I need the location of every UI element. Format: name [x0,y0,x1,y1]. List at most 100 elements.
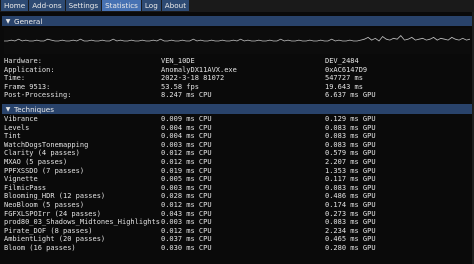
technique-row: FGFXLSPOIrr (24 passes) 0.043 ms CPU 0.273… [4,210,470,219]
technique-gpu-time: 2.234 ms GPU [325,226,376,235]
technique-cpu-time: 0.012 ms CPU [161,200,212,209]
tab-bar: Home Add-ons Settings Statistics Log About [0,0,474,12]
info-value-secondary: 547727 ms [325,74,363,83]
technique-name: MXAO (5 passes) [4,157,68,166]
technique-cpu-time: 0.037 ms CPU [161,235,212,244]
info-value-secondary: DEV_2484 [325,57,359,65]
technique-gpu-time: 0.465 ms GPU [325,235,376,244]
technique-row: Pirate_DOF (8 passes) 0.012 ms CPU 2.234 m… [4,227,470,236]
tab-home[interactable]: Home [1,0,29,11]
technique-cpu-time: 0.004 ms CPU [161,132,212,141]
technique-name: AmbientLight (20 passes) [4,235,106,244]
technique-row: Vibrance 0.009 ms CPU 0.129 ms GPU [4,115,470,124]
technique-row: Clarity (4 passes) 0.012 ms CPU 0.579 ms G… [4,149,470,158]
info-label: Post-Processing: [4,91,72,100]
technique-row: FilmicPass 0.003 ms CPU 0.083 ms GPU [4,184,470,193]
collapse-arrow-icon: ▼ [5,105,11,113]
technique-row: NeoBloom (5 passes) 0.012 ms CPU 0.174 ms … [4,201,470,210]
technique-name: NeoBloom (5 passes) [4,200,85,209]
technique-gpu-time: 0.486 ms GPU [325,192,376,201]
technique-gpu-time: 0.280 ms GPU [325,243,376,252]
technique-gpu-time: 0.273 ms GPU [325,209,376,218]
technique-gpu-time: 0.117 ms GPU [325,175,376,184]
info-row: Post-Processing: 8.247 ms CPU 6.637 ms GPU [4,91,470,100]
tab-settings[interactable]: Settings [65,0,102,11]
technique-cpu-time: 0.043 ms CPU [161,209,212,218]
technique-gpu-time: 0.579 ms GPU [325,149,376,158]
technique-name: FilmicPass [4,183,47,192]
frame-time-graph [4,28,470,54]
info-row: Time: 2022-3-18 81072 547727 ms [4,74,470,83]
technique-row: prod80_03_Shadows_Midtones_Highlights 0.0… [4,218,470,227]
technique-name: Blooming_HDR (12 passes) [4,192,106,201]
technique-gpu-time: 0.083 ms GPU [325,183,376,192]
info-value-secondary: 6.637 ms GPU [325,91,376,100]
technique-gpu-time: 0.083 ms GPU [325,140,376,149]
technique-name: Tint [4,132,21,141]
info-label: Application: [4,65,55,74]
technique-cpu-time: 0.012 ms CPU [161,226,212,235]
technique-cpu-time: 0.003 ms CPU [161,183,212,192]
technique-cpu-time: 0.012 ms CPU [161,157,212,166]
technique-gpu-time: 0.129 ms GPU [325,115,376,123]
technique-name: Vibrance [4,115,38,123]
info-label: Time: [4,74,26,83]
technique-cpu-time: 0.028 ms CPU [161,192,212,201]
info-label: Frame 9513: [4,82,51,91]
technique-gpu-time: 0.083 ms GPU [325,123,376,132]
info-value-primary: 53.58 fps [161,82,199,91]
technique-row: WatchDogsTonemapping 0.003 ms CPU 0.083 ms… [4,141,470,150]
technique-cpu-time: 0.009 ms CPU [161,115,212,123]
technique-name: WatchDogsTonemapping [4,140,89,149]
technique-name: Levels [4,123,30,132]
tab-about[interactable]: About [161,0,190,11]
technique-name: Pirate_DOF (8 passes) [4,226,93,235]
technique-name: Bloom (16 passes) [4,243,76,252]
info-label: Hardware: [4,57,42,65]
technique-cpu-time: 0.004 ms CPU [161,123,212,132]
technique-gpu-time: 0.083 ms GPU [325,132,376,141]
technique-cpu-time: 0.012 ms CPU [161,149,212,158]
info-value-primary: VEN_10DE [161,57,195,65]
technique-cpu-time: 0.003 ms CPU [161,140,212,149]
info-row: Application: AnomalyDX11AVX.exe 0xAC6147D9 [4,66,470,75]
techniques-section-header[interactable]: ▼ Techniques [2,104,472,114]
technique-row: AmbientLight (20 passes) 0.037 ms CPU 0.46… [4,235,470,244]
tab-log[interactable]: Log [141,0,161,11]
technique-row: Bloom (16 passes) 0.030 ms CPU 0.280 ms GP… [4,244,470,253]
info-row: Frame 9513: 53.58 fps 19.643 ms [4,83,470,92]
info-row: Hardware: VEN_10DE DEV_2484 [4,57,470,66]
info-value-secondary: 0xAC6147D9 [325,65,368,74]
tab-add-ons[interactable]: Add-ons [29,0,65,11]
collapse-arrow-icon: ▼ [5,17,11,25]
technique-name: Clarity (4 passes) [4,149,80,158]
info-value-secondary: 19.643 ms [325,82,363,91]
technique-name: PPFXSSDO (7 passes) [4,166,85,175]
info-value-primary: 2022-3-18 81072 [161,74,225,83]
technique-name: prod80_03_Shadows_Midtones_Highlights [4,218,160,227]
technique-cpu-time: 0.003 ms CPU [161,218,212,227]
technique-gpu-time: 1.353 ms GPU [325,166,376,175]
technique-row: Vignette 0.005 ms CPU 0.117 ms GPU [4,175,470,184]
technique-row: PPFXSSDO (7 passes) 0.019 ms CPU 1.353 ms … [4,167,470,176]
info-value-primary: AnomalyDX11AVX.exe [161,65,237,74]
technique-row: Blooming_HDR (12 passes) 0.028 ms CPU 0.48… [4,192,470,201]
tab-statistics[interactable]: Statistics [102,0,141,11]
technique-gpu-time: 2.207 ms GPU [325,157,376,166]
general-section-title: General [14,16,43,26]
technique-gpu-time: 0.174 ms GPU [325,200,376,209]
technique-row: Levels 0.004 ms CPU 0.083 ms GPU [4,124,470,133]
techniques-section-title: Techniques [14,104,54,114]
technique-cpu-time: 0.019 ms CPU [161,166,212,175]
technique-name: FGFXLSPOIrr (24 passes) [4,209,101,218]
technique-gpu-time: 0.083 ms GPU [325,218,376,227]
general-section-header[interactable]: ▼ General [2,16,472,26]
technique-cpu-time: 0.005 ms CPU [161,175,212,184]
technique-name: Vignette [4,175,38,184]
technique-cpu-time: 0.030 ms CPU [161,243,212,252]
techniques-list: Vibrance 0.009 ms CPU 0.129 ms GPU Levels 0.… [4,115,470,253]
info-value-primary: 8.247 ms CPU [161,91,212,100]
technique-row: MXAO (5 passes) 0.012 ms CPU 2.207 ms GPU [4,158,470,167]
frame-time-line [4,35,470,42]
technique-row: Tint 0.004 ms CPU 0.083 ms GPU [4,132,470,141]
